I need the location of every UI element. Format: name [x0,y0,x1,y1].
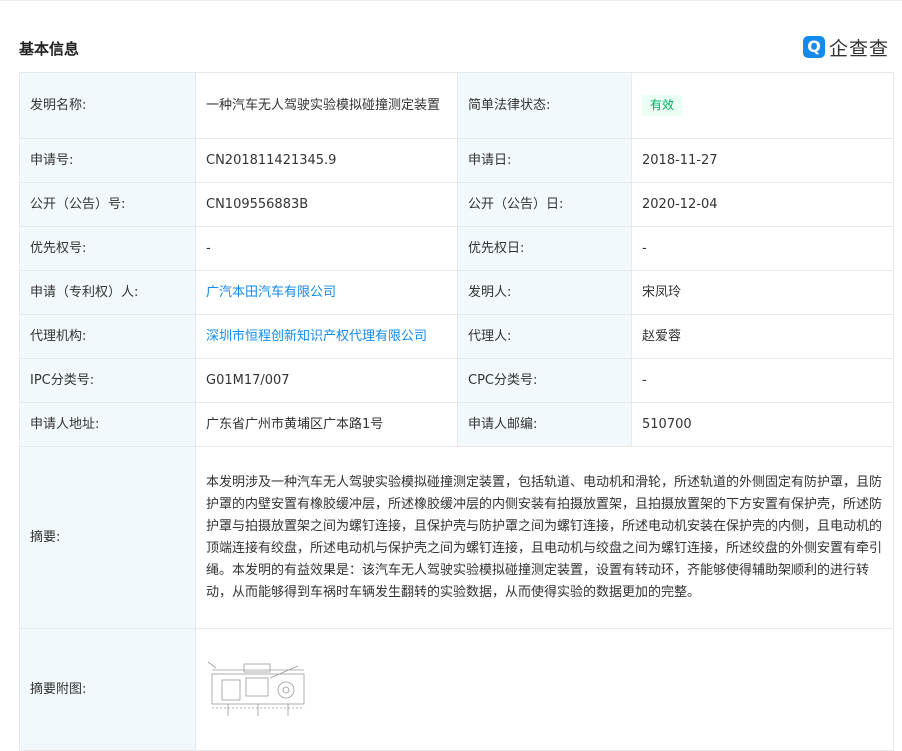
table-row: 申请号: CN201811421345.9 申请日: 2018-11-27 [19,138,894,183]
table-row: 摘要附图: [19,628,894,751]
abstract-label: 摘要: [19,446,196,629]
agency-label: 代理机构: [19,314,196,359]
application-no-value: CN201811421345.9 [195,138,458,183]
ipc-label: IPC分类号: [19,358,196,403]
qichacha-logo-icon: Q [803,36,825,58]
priority-date-value: - [631,226,894,271]
patent-info-page: 基本信息 Q 企查查 发明名称: 一种汽车无人驾驶实验模拟碰撞测定装置 简单法律… [0,0,902,751]
postcode-value: 510700 [631,402,894,447]
address-value: 广东省广州市黄埔区广本路1号 [195,402,458,447]
table-row: 优先权号: - 优先权日: - [19,226,894,271]
invention-name-label: 发明名称: [19,72,196,139]
application-date-label: 申请日: [457,138,632,183]
application-no-label: 申请号: [19,138,196,183]
top-divider [0,0,902,1]
table-row: 申请（专利权）人: 广汽本田汽车有限公司 发明人: 宋凤玲 [19,270,894,315]
applicant-link[interactable]: 广汽本田汽车有限公司 [206,285,336,300]
publication-date-label: 公开（公告）日: [457,182,632,227]
invention-name-value: 一种汽车无人驾驶实验模拟碰撞测定装置 [195,72,458,139]
postcode-label: 申请人邮编: [457,402,632,447]
abstract-figure-label: 摘要附图: [19,628,196,751]
section-title: 基本信息 [19,40,80,58]
priority-no-value: - [195,226,458,271]
patent-info-table: 发明名称: 一种汽车无人驾驶实验模拟碰撞测定装置 简单法律状态: 有效 申请号:… [19,72,894,751]
application-date-value: 2018-11-27 [631,138,894,183]
agent-label: 代理人: [457,314,632,359]
cpc-label: CPC分类号: [457,358,632,403]
table-row: 申请人地址: 广东省广州市黄埔区广本路1号 申请人邮编: 510700 [19,402,894,447]
ipc-value: G01M17/007 [195,358,458,403]
legal-status-label: 简单法律状态: [457,72,632,139]
publication-no-label: 公开（公告）号: [19,182,196,227]
brand-name: 企查查 [829,37,890,60]
priority-date-label: 优先权日: [457,226,632,271]
cpc-value: - [631,358,894,403]
agent-value: 赵爱蓉 [631,314,894,359]
address-label: 申请人地址: [19,402,196,447]
brand-logo: Q 企查查 [803,35,890,60]
table-row: 摘要: 本发明涉及一种汽车无人驾驶实验模拟碰撞测定装置，包括轨道、电动机和滑轮，… [19,446,894,629]
applicant-label: 申请（专利权）人: [19,270,196,315]
inventor-value: 宋凤玲 [631,270,894,315]
table-row: 代理机构: 深圳市恒程创新知识产权代理有限公司 代理人: 赵爱蓉 [19,314,894,359]
table-row: IPC分类号: G01M17/007 CPC分类号: - [19,358,894,403]
table-row: 公开（公告）号: CN109556883B 公开（公告）日: 2020-12-0… [19,182,894,227]
abstract-figure-image[interactable] [208,660,308,720]
inventor-label: 发明人: [457,270,632,315]
agency-link[interactable]: 深圳市恒程创新知识产权代理有限公司 [206,329,427,344]
priority-no-label: 优先权号: [19,226,196,271]
table-row: 发明名称: 一种汽车无人驾驶实验模拟碰撞测定装置 简单法律状态: 有效 [19,72,894,139]
publication-no-value: CN109556883B [195,182,458,227]
publication-date-value: 2020-12-04 [631,182,894,227]
legal-status-badge: 有效 [642,94,683,116]
abstract-text: 本发明涉及一种汽车无人驾驶实验模拟碰撞测定装置，包括轨道、电动机和滑轮，所述轨道… [195,446,894,629]
